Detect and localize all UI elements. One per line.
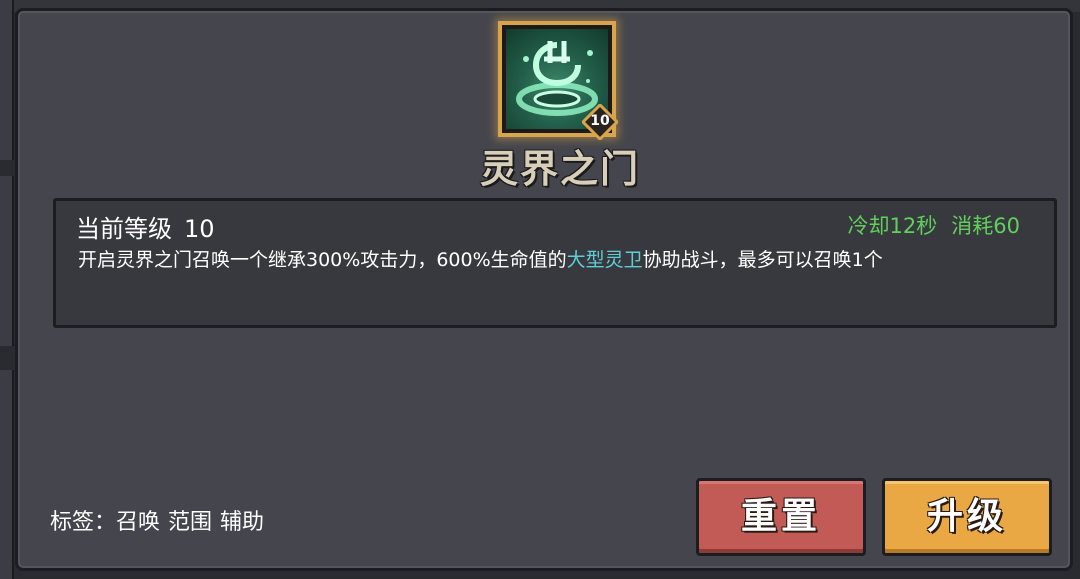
background-side-panel <box>0 176 14 346</box>
description-suffix: 协助战斗，最多可以召唤1个 <box>642 249 883 271</box>
background-side-panel <box>0 0 14 160</box>
current-level-value: 10 <box>184 215 215 243</box>
cost-text: 消耗60 <box>951 214 1020 238</box>
tag-item: 召唤 <box>116 510 161 535</box>
skill-name: 灵界之门 <box>479 147 640 191</box>
skill-description-box: 当前等级 10 冷却12秒 消耗60 开启灵界之门召唤一个继承300%攻击力，600… <box>53 198 1057 328</box>
skill-level-badge: 10 <box>582 104 618 140</box>
tag-item: 范围 <box>168 510 213 535</box>
skill-tags: 标签：召唤 范围 辅助 <box>50 504 264 536</box>
description-prefix: 开启灵界之门召唤一个继承300%攻击力，600%生命值的 <box>78 249 567 271</box>
tags-label: 标签： <box>50 510 117 535</box>
cooldown-text: 冷却12秒 <box>847 214 938 238</box>
skill-description: 开启灵界之门召唤一个继承300%攻击力，600%生命值的大型灵卫协助战斗，最多可… <box>78 247 1028 273</box>
skill-level-badge-number: 10 <box>590 113 610 129</box>
current-level-label: 当前等级 <box>76 215 172 243</box>
skill-stats: 冷却12秒 消耗60 <box>848 210 1020 240</box>
tag-item: 辅助 <box>220 510 265 535</box>
current-level: 当前等级 10 <box>76 209 215 244</box>
game-screen: 10 灵界之门 当前等级 10 冷却12秒 消耗60 开启灵界之门召唤一个继承300… <box>0 0 1080 579</box>
background-side-panel <box>0 370 14 579</box>
reset-button[interactable]: 重置 <box>696 478 866 556</box>
upgrade-button[interactable]: 升级 <box>882 478 1052 556</box>
description-highlight: 大型灵卫 <box>566 249 643 271</box>
